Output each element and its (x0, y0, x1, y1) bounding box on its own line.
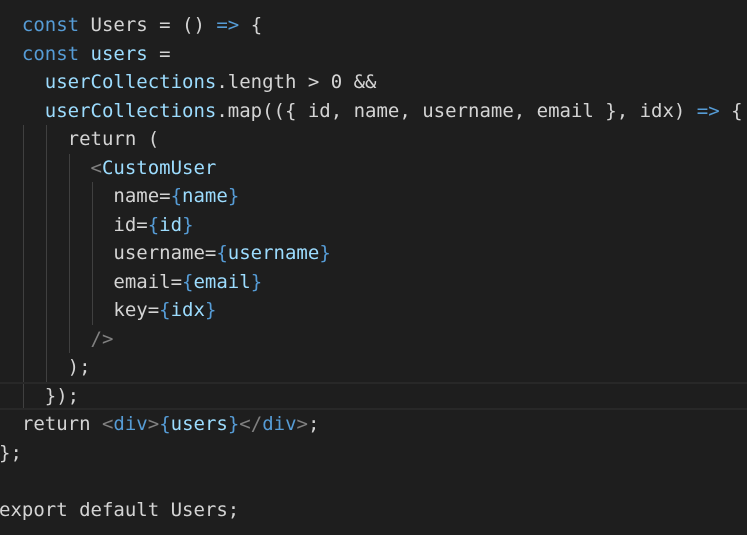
code-token: /> (90, 327, 114, 350)
code-token: { (170, 185, 183, 207)
code-line[interactable]: username={username} (0, 239, 331, 268)
code-line[interactable]: email={email} (0, 268, 262, 297)
code-token: .map(({ id, name, username, email }, idx… (216, 99, 697, 122)
code-token: .length > 0 && (216, 71, 377, 93)
code-token: id= (113, 213, 148, 236)
code-line[interactable]: name={name} (0, 182, 239, 211)
code-line[interactable]: /> (0, 325, 114, 354)
code-editor[interactable]: const Users = () => {const users = userCo… (0, 0, 747, 535)
code-token: { (719, 99, 743, 122)
code-token: }; (0, 441, 22, 464)
code-token: userCollections (44, 71, 217, 93)
code-line[interactable]: userCollections.length > 0 && (0, 68, 377, 97)
code-token: key= (113, 299, 160, 321)
code-token: users (170, 413, 228, 435)
code-token: const (21, 42, 80, 65)
code-line[interactable]: }); (0, 381, 747, 410)
code-token: { (159, 299, 171, 321)
code-token: } (182, 213, 194, 236)
code-token: email (193, 270, 251, 293)
code-token: username= (113, 242, 217, 264)
code-line[interactable]: return ( (0, 125, 160, 154)
code-token: div (113, 413, 148, 435)
code-token: < (101, 413, 114, 435)
code-line[interactable]: userCollections.map(({ id, name, usernam… (0, 97, 743, 126)
code-token: ; (307, 413, 320, 435)
code-token: div (262, 413, 297, 435)
code-token: { (216, 242, 228, 264)
code-token: { (182, 270, 194, 293)
code-token: } (204, 299, 217, 321)
code-token: > (296, 413, 308, 435)
code-token: => (696, 99, 720, 122)
code-line[interactable]: <CustomUser (0, 154, 217, 183)
code-line[interactable]: id={id} (0, 211, 194, 240)
code-token: username (227, 242, 320, 264)
code-token: ); (67, 356, 91, 378)
code-token: > (147, 413, 160, 435)
code-token: } (227, 413, 240, 435)
code-line[interactable]: key={idx} (0, 296, 216, 325)
code-token: userCollections (44, 99, 217, 122)
code-token: Users = () (79, 14, 217, 36)
code-token: } (227, 185, 240, 207)
code-token: return ( (67, 128, 160, 150)
code-token: { (159, 413, 171, 435)
code-line[interactable]: export default Users; (0, 496, 239, 525)
code-token: } (250, 270, 263, 293)
code-line[interactable]: return <div>{users}</div>; (0, 410, 320, 439)
code-token: } (319, 242, 331, 264)
code-token: name= (113, 185, 171, 207)
code-token: CustomUser (101, 156, 217, 179)
code-token: </ (239, 413, 263, 435)
code-token: export default Users; (0, 498, 240, 521)
code-token: < (90, 156, 102, 179)
code-token: idx (170, 299, 205, 321)
code-token: => (216, 14, 240, 36)
code-token: { (147, 213, 160, 236)
code-line[interactable]: const Users = () => { (0, 11, 262, 40)
code-token: { (239, 14, 263, 36)
code-token: }); (44, 384, 80, 407)
code-line[interactable]: const users = (0, 40, 171, 69)
code-line[interactable]: }; (0, 439, 22, 468)
code-token: id (159, 213, 183, 236)
code-token: = (147, 42, 171, 65)
code-token: const (21, 14, 80, 36)
code-token: users (90, 42, 148, 65)
code-line[interactable]: ); (0, 353, 91, 382)
code-token: email= (113, 270, 183, 293)
code-token: return (21, 413, 102, 435)
code-token: name (182, 185, 228, 207)
